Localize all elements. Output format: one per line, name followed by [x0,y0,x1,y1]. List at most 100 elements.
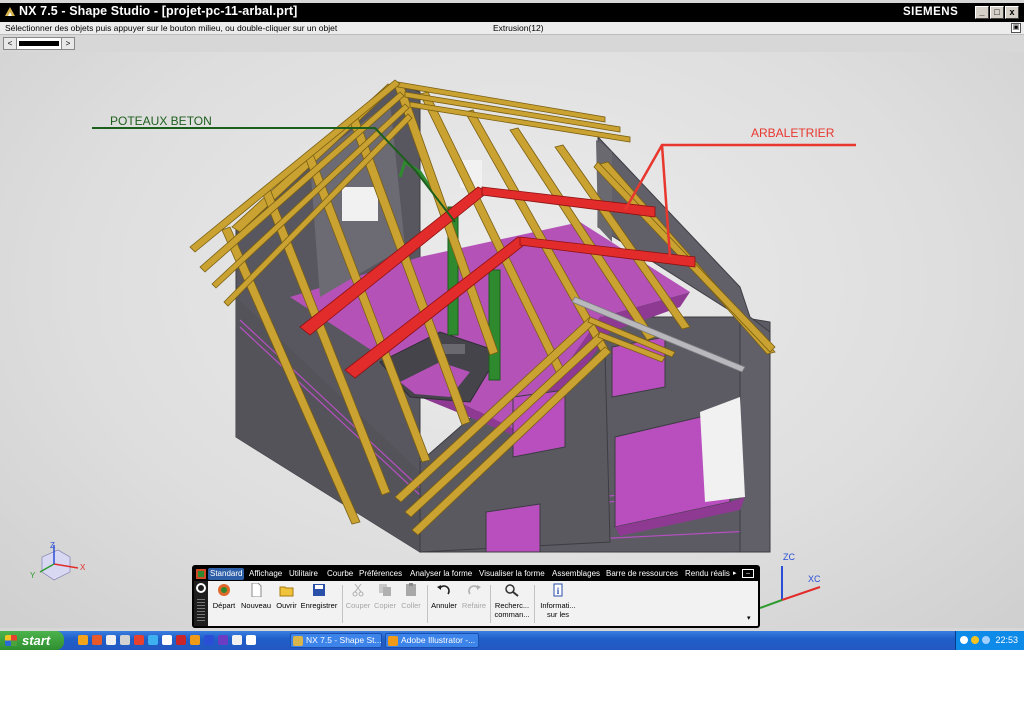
ribbon-separator [534,585,535,623]
open-folder-icon [279,586,293,597]
ribbon-separator [427,585,428,623]
clock: 22:53 [995,635,1018,645]
poteaux-beton-label: POTEAUX BETON [110,114,212,128]
tab-utilitaire[interactable]: Utilitaire [287,568,320,580]
tab-analyser-la-forme[interactable]: Analyser la forme [408,568,474,580]
ouvrir-label: Ouvrir [276,601,297,610]
ribbon-expand-icon[interactable]: ▾ [747,614,751,622]
quicklaunch-icon[interactable] [120,635,130,645]
nx-logo-icon [5,7,15,16]
quicklaunch-icon[interactable] [148,635,158,645]
paste-icon [406,583,416,596]
status-text: Extrusion(12) [493,23,544,33]
tray-icon[interactable] [971,636,979,644]
task-nx[interactable]: NX 7.5 - Shape St... [290,633,382,648]
grip-icon[interactable] [197,599,205,623]
task-illustrator[interactable]: Adobe Illustrator -... [385,633,479,648]
tab-standard[interactable]: Standard [208,568,245,580]
close-button[interactable]: x [1005,6,1019,19]
minimize-button[interactable]: _ [975,6,989,19]
information-icon: i [553,583,563,597]
information-label: Informati... sur les [540,601,576,619]
slider-right-arrow[interactable]: > [61,37,75,50]
task-nx-label: NX 7.5 - Shape St... [306,635,382,645]
enregistrer-label: Enregistrer [300,601,338,610]
slider-left-arrow[interactable]: < [3,37,17,50]
standard-ribbon-toolbar: Standard Affichage Utilitaire Courbe Pré… [192,565,760,628]
graphics-viewport[interactable]: POTEAUX BETON ARBALETRIER X Z Y ZC XC [0,52,1024,628]
ribbon-side-handle[interactable] [194,581,208,626]
house-3d-model[interactable] [0,52,1024,628]
tab-visualiser-la-forme[interactable]: Visualiser la forme [477,568,547,580]
tab-affichage[interactable]: Affichage [247,568,284,580]
quicklaunch-icon[interactable] [176,635,186,645]
quicklaunch-icon[interactable] [134,635,144,645]
selection-prompt: Sélectionner des objets puis appuyer sur… [5,23,338,33]
quicklaunch-icon[interactable] [78,635,88,645]
command-finder-icon [505,584,519,597]
timeline-slider[interactable]: < > [3,37,75,50]
ribbon-menu-icon[interactable] [196,569,206,579]
start-icon [218,584,230,596]
title-bar: NX 7.5 - Shape Studio - [projet-pc-11-ar… [0,3,1024,22]
prompt-status-bar: Sélectionner des objets puis appuyer sur… [0,22,1024,35]
annuler-label: Annuler [431,601,457,610]
start-button[interactable]: start [0,631,64,650]
tab-barre-de-ressources[interactable]: Barre de ressources [604,568,680,580]
lower-window-left [485,503,541,553]
wcs-zc-label: ZC [783,552,795,562]
cut-icon [352,583,364,597]
triad-x-label: X [80,563,86,572]
gable-window-opening [342,187,378,221]
tab-assemblages[interactable]: Assemblages [550,568,602,580]
slider-track[interactable] [17,37,61,50]
quicklaunch-icon[interactable] [106,635,116,645]
window-title: NX 7.5 - Shape Studio - [projet-pc-11-ar… [19,4,298,18]
ribbon-separator [490,585,491,623]
windows-taskbar: start NX 7.5 - Shape St... Adobe Illustr… [0,631,1024,650]
nouveau-label: Nouveau [240,601,272,610]
system-tray: 22:53 [955,631,1024,650]
ribbon-separator [342,585,343,623]
quicklaunch-icon[interactable] [92,635,102,645]
quicklaunch-icon[interactable] [190,635,200,645]
gear-icon[interactable] [196,583,206,593]
windows-flag-icon [5,635,17,646]
undo-icon [437,585,450,595]
tabs-overflow-icon[interactable]: ▸ [731,568,739,580]
refaire-label: Refaire [461,601,487,610]
triad-z-label: Z [50,541,55,550]
application-screen: NX 7.5 - Shape Studio - [projet-pc-11-ar… [0,0,1024,650]
tab-preferences[interactable]: Préférences [357,568,404,580]
arbaletrier-label: ARBALETRIER [751,126,835,140]
siemens-brand: SIEMENS [903,6,959,18]
task-illustrator-label: Adobe Illustrator -... [401,635,476,645]
wcs-xc-label: XC [808,574,821,584]
ribbon-tabs: Standard Affichage Utilitaire Courbe Pré… [194,567,758,581]
tray-icon[interactable] [960,636,968,644]
restore-button[interactable]: □ [990,6,1004,19]
redo-icon [468,585,481,595]
fullscreen-icon[interactable]: ▣ [1011,23,1021,33]
command-finder-label: Recherc... comman... [494,601,530,619]
quicklaunch-icon[interactable] [232,635,242,645]
triad-y-label: Y [30,571,36,580]
slider-thumb[interactable] [19,41,59,46]
quicklaunch-icon[interactable] [218,635,228,645]
tray-icon[interactable] [982,636,990,644]
save-icon [313,584,325,596]
new-file-icon [251,583,262,597]
ribbon-minimize-icon[interactable]: – [742,569,754,578]
quicklaunch-icon[interactable] [204,635,214,645]
quicklaunch-icon[interactable] [162,635,172,645]
coller-label: Coller [401,601,421,610]
tab-rendu-realiste[interactable]: Rendu réalis [683,568,730,580]
start-label: start [22,633,51,648]
tab-courbe[interactable]: Courbe [325,568,355,580]
copier-label: Copier [373,601,397,610]
quicklaunch-icon[interactable] [246,635,256,645]
depart-label: Départ [212,601,236,610]
illustrator-task-icon [388,636,398,646]
nx-task-icon [293,636,303,646]
couper-label: Couper [345,601,371,610]
